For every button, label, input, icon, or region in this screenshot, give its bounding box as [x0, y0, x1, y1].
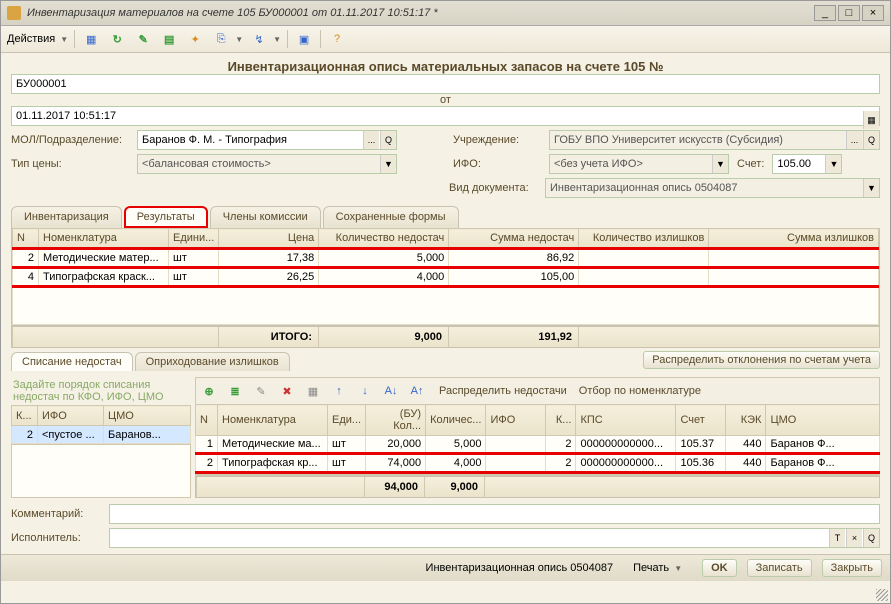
ifo-label: ИФО: — [453, 158, 541, 170]
results-grid[interactable]: N Номенклатура Едини... Цена Количество … — [12, 228, 879, 325]
col-sum-over[interactable]: Сумма излишков — [709, 229, 879, 249]
select-icon[interactable]: ... — [846, 131, 862, 149]
tab-surplus[interactable]: Оприходование излишков — [135, 352, 290, 371]
doc-date-input[interactable] — [11, 106, 880, 126]
sort-asc-icon[interactable]: A↓ — [381, 381, 401, 401]
add-icon[interactable]: ⊕ — [199, 381, 219, 401]
table-row[interactable]: 2Методические матер...шт 17,385,00086,92 — [13, 249, 879, 268]
tab-commission[interactable]: Члены комиссии — [210, 206, 321, 228]
delete-icon[interactable]: ✖ — [277, 381, 297, 401]
col-qty-short[interactable]: Количество недостач — [319, 229, 449, 249]
distribute-deviations-button[interactable]: Распределить отклонения по счетам учета — [643, 351, 880, 369]
col-sum-short[interactable]: Сумма недостач — [449, 229, 579, 249]
clear-icon[interactable]: × — [846, 529, 862, 547]
tab-inventory[interactable]: Инвентаризация — [11, 206, 122, 228]
empty-row — [13, 287, 879, 325]
actions-menu[interactable]: Действия ▼ — [7, 33, 68, 45]
movements-icon[interactable]: ↯ — [249, 29, 269, 49]
run-icon[interactable]: ▦ — [81, 29, 101, 49]
clear-icon[interactable]: Q — [380, 131, 396, 149]
based-on-icon[interactable]: ⎘ — [211, 29, 231, 49]
col-nom[interactable]: Номенклатура — [39, 229, 169, 249]
table-row[interactable]: 1Методические ма...шт 20,0005,000 200000… — [196, 436, 880, 454]
add-copy-icon[interactable]: ≣ — [225, 381, 245, 401]
edit-icon[interactable]: ✎ — [251, 381, 271, 401]
writeoff-grid[interactable]: N Номенклатура Еди... (БУ) Кол... Количе… — [195, 404, 880, 474]
col-unit[interactable]: Едини... — [169, 229, 219, 249]
ifo-input[interactable] — [549, 154, 729, 174]
mol-input[interactable] — [137, 130, 397, 150]
dropdown-icon[interactable]: ▼ — [863, 179, 879, 197]
report-icon[interactable]: ▣ — [294, 29, 314, 49]
open-icon[interactable]: Q — [863, 529, 879, 547]
help-icon[interactable]: ? — [327, 29, 347, 49]
executor-label: Исполнитель: — [11, 532, 101, 544]
doctype-input[interactable] — [545, 178, 880, 198]
status-doc-button[interactable]: Инвентаризационная опись 0504087 — [426, 562, 614, 574]
from-label: от — [440, 94, 451, 106]
type-icon[interactable]: T — [829, 529, 845, 547]
price-type-input[interactable] — [137, 154, 397, 174]
price-type-label: Тип цены: — [11, 158, 129, 170]
table-row[interactable]: 2 <пустое ... Баранов... — [12, 426, 191, 444]
tab-writeoff[interactable]: Списание недостач — [11, 352, 133, 371]
select-icon[interactable]: ... — [363, 131, 379, 149]
dropdown-icon[interactable]: ▼ — [380, 155, 396, 173]
ok-button[interactable]: OK — [702, 559, 737, 577]
date-picker-icon[interactable]: ▦ — [863, 111, 879, 129]
table-row[interactable]: 4Типографская краск...шт 26,254,000105,0… — [13, 268, 879, 287]
org-label: Учреждение: — [453, 134, 541, 146]
sort-desc-icon[interactable]: A↑ — [407, 381, 427, 401]
fill-icon[interactable]: ✦ — [185, 29, 205, 49]
app-icon — [7, 6, 21, 20]
move-down-icon[interactable]: ↓ — [355, 381, 375, 401]
filter-button[interactable]: Отбор по номенклатуре — [579, 385, 701, 397]
copy-doc-icon[interactable]: ✎ — [133, 29, 153, 49]
totals-row: ИТОГО: 9,000 191,92 — [11, 326, 880, 348]
minimize-button[interactable]: _ — [814, 5, 836, 21]
main-toolbar: Действия ▼ ▦ ↻ ✎ ▤ ✦ ⎘▼ ↯▼ ▣ ? — [1, 26, 890, 53]
doc-number-input[interactable] — [11, 74, 880, 94]
hint-text: Задайте порядок списания недостач по КФО… — [11, 377, 191, 405]
tab-saved-forms[interactable]: Сохраненные формы — [323, 206, 459, 228]
window-title: Инвентаризация материалов на счете 105 Б… — [27, 7, 808, 19]
post-icon[interactable]: ▤ — [159, 29, 179, 49]
order-grid[interactable]: К... ИФО ЦМО 2 <пустое ... Баранов... — [11, 405, 191, 444]
document-title: Инвентаризационная опись материальных за… — [228, 59, 664, 74]
writeoff-totals: 94,000 9,000 — [195, 476, 880, 498]
spread-button[interactable]: Распределить недостачи — [439, 385, 567, 397]
org-input[interactable] — [549, 130, 880, 150]
dropdown-icon[interactable]: ▼ — [712, 155, 728, 173]
refresh-icon[interactable]: ↻ — [107, 29, 127, 49]
executor-input[interactable] — [109, 528, 880, 548]
status-bar: Инвентаризационная опись 0504087 Печать … — [1, 554, 890, 581]
col-n[interactable]: N — [13, 229, 39, 249]
tab-results[interactable]: Результаты — [124, 206, 208, 228]
maximize-button[interactable]: □ — [838, 5, 860, 21]
mol-label: МОЛ/Подразделение: — [11, 134, 129, 146]
close-form-button[interactable]: Закрыть — [822, 559, 882, 577]
save-button[interactable]: Записать — [747, 559, 812, 577]
resize-handle[interactable] — [876, 589, 888, 601]
title-bar: Инвентаризация материалов на счете 105 Б… — [1, 1, 890, 26]
settings-icon[interactable]: ▦ — [303, 381, 323, 401]
close-button[interactable]: × — [862, 5, 884, 21]
move-up-icon[interactable]: ↑ — [329, 381, 349, 401]
comment-input[interactable] — [109, 504, 880, 524]
print-button[interactable]: Печать ▼ — [633, 562, 682, 574]
sub-toolbar: ⊕ ≣ ✎ ✖ ▦ ↑ ↓ A↓ A↑ Распределить недоста… — [195, 377, 880, 404]
col-price[interactable]: Цена — [219, 229, 319, 249]
open-icon[interactable]: Q — [863, 131, 879, 149]
comment-label: Комментарий: — [11, 508, 101, 520]
dropdown-icon[interactable]: ▼ — [825, 155, 841, 173]
table-row[interactable]: 2Типографская кр...шт 74,0004,000 200000… — [196, 454, 880, 473]
doctype-label: Вид документа: — [449, 182, 537, 194]
account-label: Счет: — [737, 158, 764, 170]
col-qty-over[interactable]: Количество излишков — [579, 229, 709, 249]
